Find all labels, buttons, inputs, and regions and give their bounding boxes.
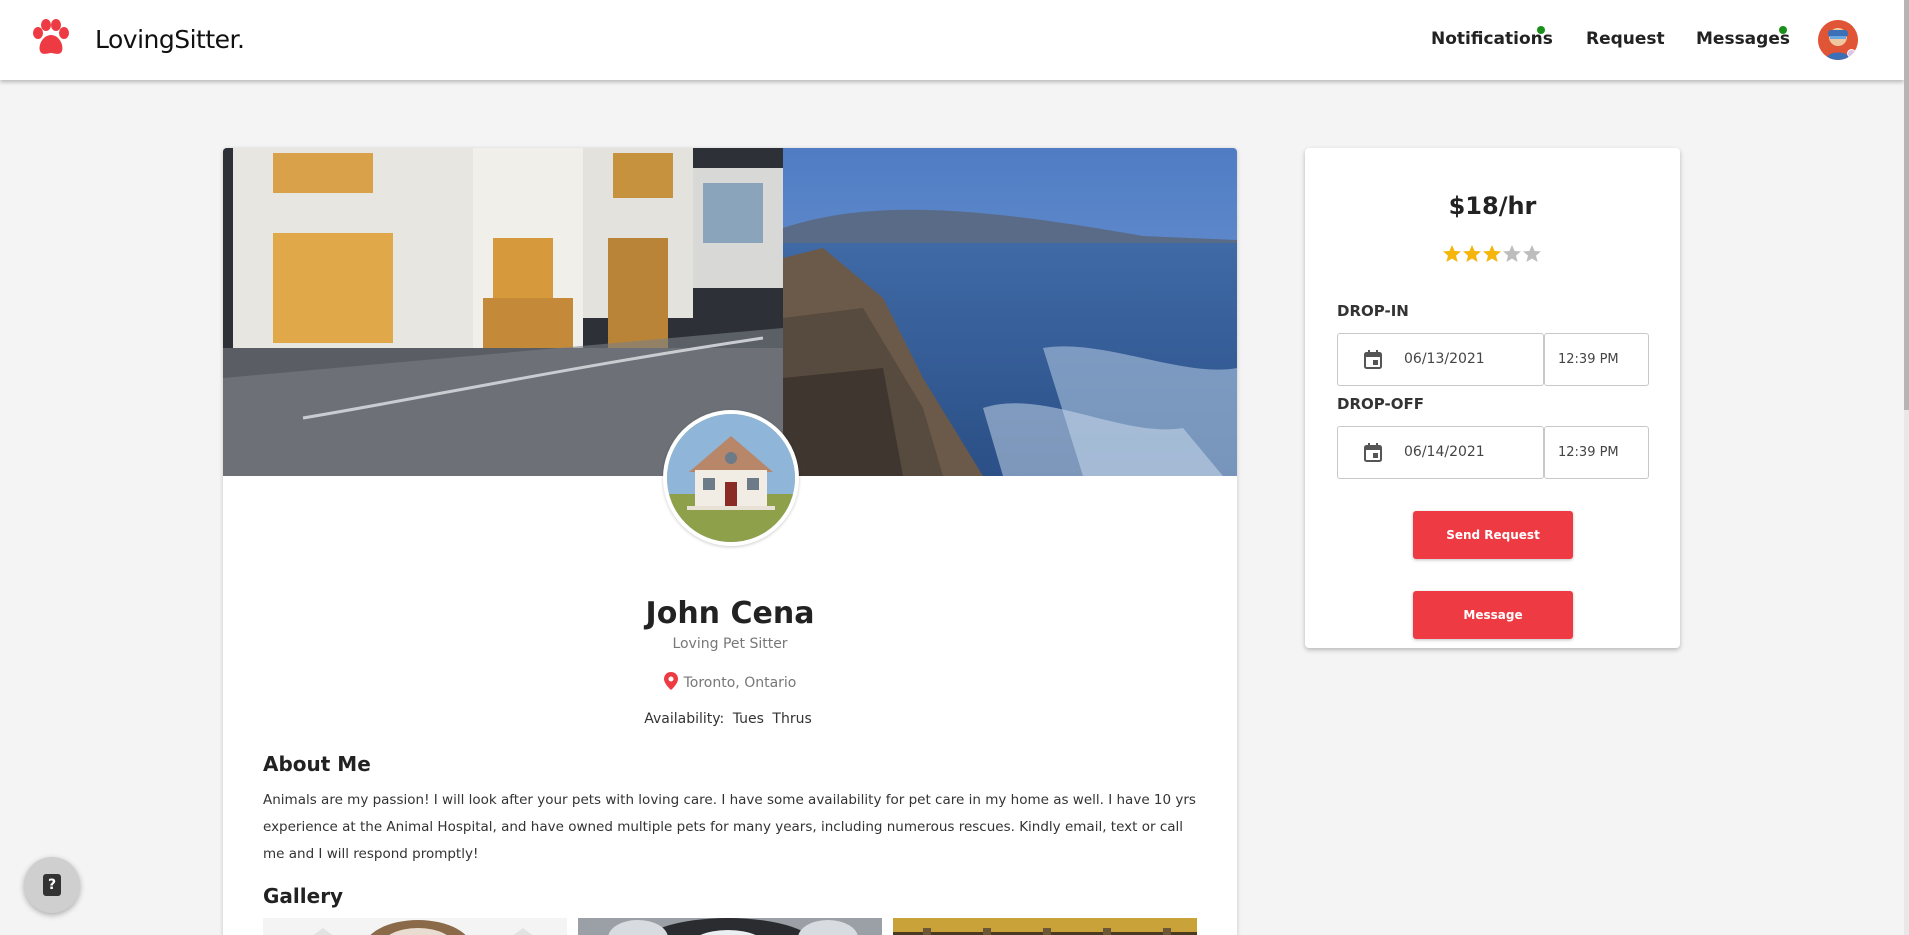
drop-in-time-value: 12:39 PM <box>1558 352 1619 367</box>
paw-logo-icon[interactable] <box>30 19 72 57</box>
profile-photo <box>663 410 799 546</box>
message-button[interactable]: Message <box>1413 591 1573 639</box>
about-me-heading: About Me <box>263 752 371 776</box>
gallery-heading: Gallery <box>263 884 344 908</box>
booking-card: $18/hr DROP-IN 06/13/2021 12:39 PM DROP-… <box>1305 148 1680 648</box>
drop-off-date-field[interactable]: 06/14/2021 <box>1337 426 1544 479</box>
availability-day: Tues <box>732 711 764 727</box>
sitter-subtitle: Loving Pet Sitter <box>672 636 788 652</box>
top-navbar: LovingSitter. Notifications Request Mess… <box>0 0 1904 80</box>
map-pin-icon <box>663 672 678 690</box>
calendar-icon[interactable] <box>1364 443 1382 462</box>
drop-in-date-value: 06/13/2021 <box>1404 351 1485 367</box>
gallery-image-1[interactable] <box>263 918 567 935</box>
star-empty-icon <box>1523 245 1541 262</box>
drop-in-date-field[interactable]: 06/13/2021 <box>1337 333 1544 386</box>
calendar-icon[interactable] <box>1364 350 1382 369</box>
drop-off-time-value: 12:39 PM <box>1558 445 1619 460</box>
hourly-rate: $18/hr <box>1448 192 1537 220</box>
star-empty-icon <box>1503 245 1521 262</box>
star-filled-icon <box>1443 245 1461 262</box>
about-me-text: Animals are my passion! I will look afte… <box>263 792 1196 862</box>
nav-notifications[interactable]: Notifications <box>1431 29 1553 49</box>
page-scrollbar[interactable] <box>1904 0 1909 935</box>
user-status-dot <box>1847 49 1856 58</box>
drop-off-date-value: 06/14/2021 <box>1404 444 1485 460</box>
availability-day: Thrus <box>772 711 812 727</box>
user-avatar[interactable] <box>1818 20 1858 60</box>
nav-request[interactable]: Request <box>1586 29 1665 49</box>
house-photo-icon <box>667 414 795 542</box>
star-filled-icon <box>1483 245 1501 262</box>
scrollbar-thumb[interactable] <box>1904 0 1909 410</box>
availability-row: Availability: Tues Thrus <box>223 711 1237 727</box>
star-filled-icon <box>1463 245 1481 262</box>
brand-name[interactable]: LovingSitter. <box>95 25 245 54</box>
location-text: Toronto, Ontario <box>683 675 797 691</box>
nav-messages[interactable]: Messages <box>1696 29 1790 49</box>
help-icon: ? <box>43 874 61 896</box>
sitter-location: Toronto, Ontario <box>223 672 1237 691</box>
sitter-profile-card: John Cena Loving Pet Sitter Toronto, Ont… <box>223 148 1237 935</box>
drop-off-label: DROP-OFF <box>1337 395 1424 413</box>
drop-off-time-field[interactable]: 12:39 PM <box>1544 426 1649 479</box>
messages-indicator-dot <box>1779 26 1787 34</box>
availability-label: Availability: <box>644 711 725 727</box>
sitter-name: John Cena <box>645 596 815 631</box>
gallery-image-3[interactable] <box>893 918 1197 935</box>
drop-in-label: DROP-IN <box>1337 302 1409 320</box>
send-request-button[interactable]: Send Request <box>1413 511 1573 559</box>
drop-in-time-field[interactable]: 12:39 PM <box>1544 333 1649 386</box>
rating-stars <box>1442 244 1547 264</box>
gallery-image-2[interactable] <box>578 918 882 935</box>
notifications-indicator-dot <box>1537 26 1545 34</box>
help-button[interactable]: ? <box>24 857 80 913</box>
